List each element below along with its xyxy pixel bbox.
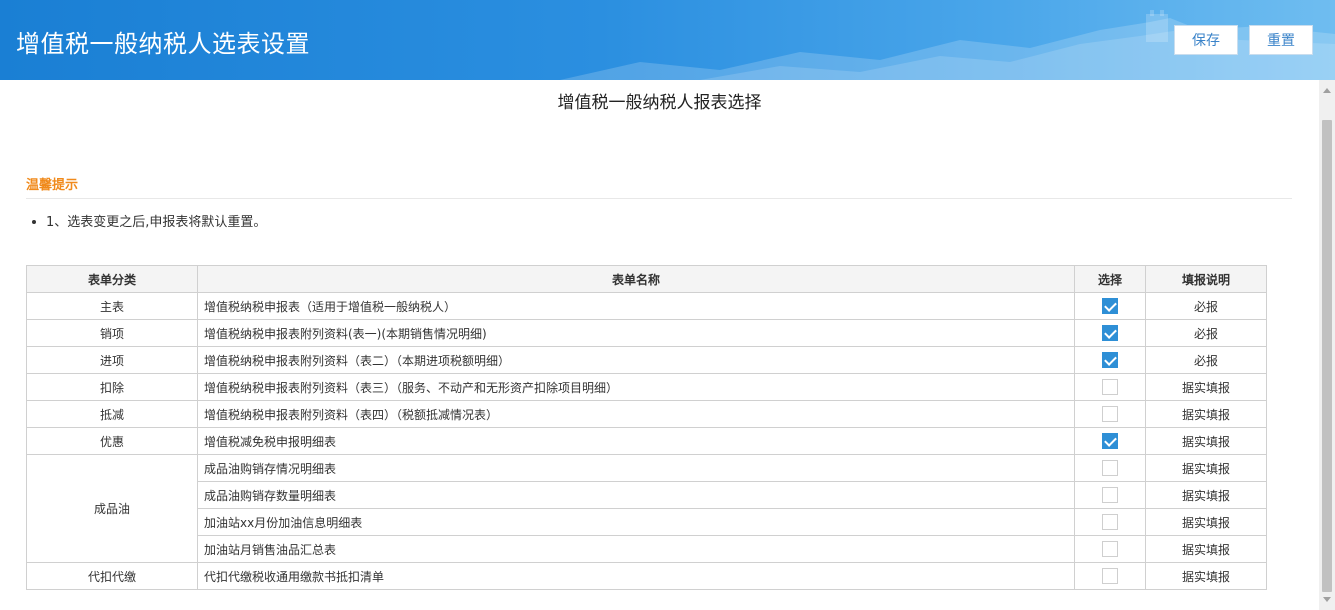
select-checkbox[interactable] <box>1102 325 1118 341</box>
row-form-name: 增值税纳税申报表附列资料（表三）（服务、不动产和无形资产扣除项目明细） <box>197 373 1075 401</box>
main-content: 增值税一般纳税人报表选择 温馨提示 1、选表变更之后,申报表将默认重置。 表单分… <box>0 80 1319 610</box>
row-form-name: 加油站月销售油品汇总表 <box>197 535 1075 563</box>
row-form-name: 增值税减免税申报明细表 <box>197 427 1075 455</box>
row-form-name: 加油站xx月份加油信息明细表 <box>197 508 1075 536</box>
header-select: 选择 <box>1074 265 1146 293</box>
row-note: 必报 <box>1145 292 1267 320</box>
row-note: 据实填报 <box>1145 562 1267 590</box>
row-note: 据实填报 <box>1145 481 1267 509</box>
table-row: 扣除 增值税纳税申报表附列资料（表三）（服务、不动产和无形资产扣除项目明细） 据… <box>26 373 1267 401</box>
row-form-name: 成品油购销存数量明细表 <box>197 481 1075 509</box>
row-note: 据实填报 <box>1145 373 1267 401</box>
table-row: 加油站xx月份加油信息明细表 据实填报 <box>27 508 1267 536</box>
select-checkbox[interactable] <box>1102 541 1118 557</box>
bullet-icon <box>32 219 36 224</box>
table-row: 抵减 增值税纳税申报表附列资料（表四）（税额抵减情况表） 据实填报 <box>26 400 1267 428</box>
row-category: 抵减 <box>26 400 198 428</box>
row-category: 成品油 <box>26 454 198 563</box>
row-category: 优惠 <box>26 427 198 455</box>
scroll-down-icon[interactable] <box>1323 597 1331 602</box>
row-form-name: 代扣代缴税收通用缴款书抵扣清单 <box>197 562 1075 590</box>
table-row: 加油站月销售油品汇总表 据实填报 <box>27 535 1267 563</box>
header-name: 表单名称 <box>197 265 1075 293</box>
reset-button[interactable]: 重置 <box>1249 25 1313 55</box>
table-row: 代扣代缴 代扣代缴税收通用缴款书抵扣清单 据实填报 <box>26 562 1267 590</box>
row-form-name: 增值税纳税申报表附列资料（表四）（税额抵减情况表） <box>197 400 1075 428</box>
row-note: 据实填报 <box>1145 535 1267 563</box>
select-checkbox[interactable] <box>1102 406 1118 422</box>
tips-divider <box>26 198 1292 199</box>
select-checkbox[interactable] <box>1102 568 1118 584</box>
header-banner: 增值税一般纳税人选表设置 保存 重置 <box>0 0 1335 80</box>
header-note: 填报说明 <box>1145 265 1267 293</box>
table-header-row: 表单分类 表单名称 选择 填报说明 <box>26 265 1267 293</box>
table-row: 销项 增值税纳税申报表附列资料(表一)(本期销售情况明细) 必报 <box>26 319 1267 347</box>
row-form-name: 增值税纳税申报表（适用于增值税一般纳税人） <box>197 292 1075 320</box>
row-category: 扣除 <box>26 373 198 401</box>
app-title: 增值税一般纳税人选表设置 <box>16 30 310 58</box>
scrollbar-thumb[interactable] <box>1322 120 1332 592</box>
page-title: 增值税一般纳税人报表选择 <box>557 93 762 113</box>
select-checkbox[interactable] <box>1102 433 1118 449</box>
row-note: 据实填报 <box>1145 427 1267 455</box>
tip-text: 1、选表变更之后,申报表将默认重置。 <box>46 215 267 230</box>
table-row: 主表 增值税纳税申报表（适用于增值税一般纳税人） 必报 <box>26 292 1267 320</box>
select-checkbox[interactable] <box>1102 514 1118 530</box>
row-category: 代扣代缴 <box>26 562 198 590</box>
row-note: 必报 <box>1145 319 1267 347</box>
row-note: 必报 <box>1145 346 1267 374</box>
header-category: 表单分类 <box>26 265 198 293</box>
row-note: 据实填报 <box>1145 454 1267 482</box>
scroll-up-icon[interactable] <box>1323 88 1331 93</box>
table-row: 优惠 增值税减免税申报明细表 据实填报 <box>26 427 1267 455</box>
row-form-name: 增值税纳税申报表附列资料（表二）（本期进项税额明细） <box>197 346 1075 374</box>
row-form-name: 成品油购销存情况明细表 <box>197 454 1075 482</box>
select-checkbox[interactable] <box>1102 379 1118 395</box>
select-checkbox[interactable] <box>1102 487 1118 503</box>
table-row: 成品油购销存数量明细表 据实填报 <box>27 481 1267 509</box>
row-category: 销项 <box>26 319 198 347</box>
row-form-name: 增值税纳税申报表附列资料(表一)(本期销售情况明细) <box>197 319 1075 347</box>
select-checkbox[interactable] <box>1102 460 1118 476</box>
row-category: 主表 <box>26 292 198 320</box>
table-row: 成品油 成品油购销存情况明细表 据实填报 <box>26 454 1267 563</box>
save-button[interactable]: 保存 <box>1174 25 1238 55</box>
vertical-scrollbar[interactable] <box>1319 80 1335 610</box>
row-note: 据实填报 <box>1145 508 1267 536</box>
select-checkbox[interactable] <box>1102 352 1118 368</box>
table-row: 进项 增值税纳税申报表附列资料（表二）（本期进项税额明细） 必报 <box>26 346 1267 374</box>
select-checkbox[interactable] <box>1102 298 1118 314</box>
row-category: 进项 <box>26 346 198 374</box>
tip-item: 1、选表变更之后,申报表将默认重置。 <box>32 211 266 230</box>
row-note: 据实填报 <box>1145 400 1267 428</box>
forms-table: 表单分类 表单名称 选择 填报说明 主表 增值税纳税申报表（适用于增值税一般纳税… <box>26 265 1267 590</box>
tips-title: 温馨提示 <box>26 178 79 193</box>
